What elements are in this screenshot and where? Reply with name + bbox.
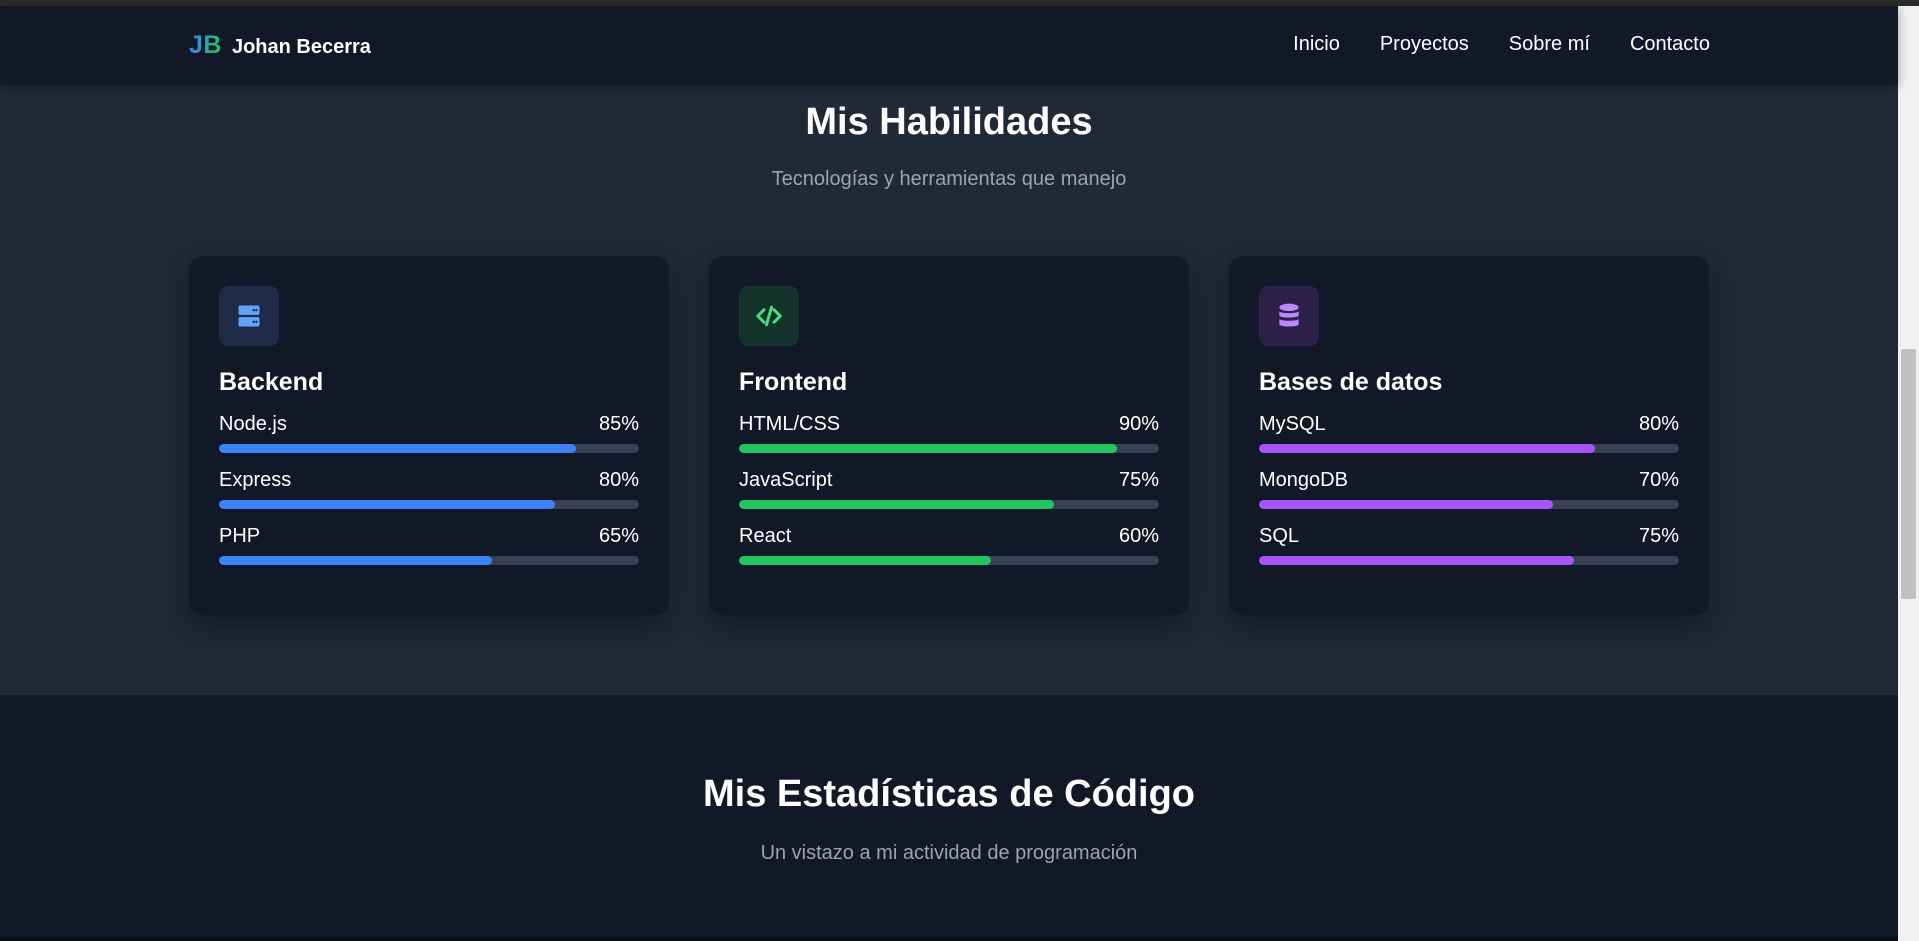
skill-percent: 80% xyxy=(1638,413,1679,435)
skill-percent: 70% xyxy=(1638,469,1679,491)
scrollbar-thumb[interactable] xyxy=(1901,349,1916,599)
skill-bar-track xyxy=(739,500,1159,509)
skill-percent: 80% xyxy=(598,469,639,491)
skill-name: JavaScript xyxy=(739,469,833,491)
skill-name: PHP xyxy=(219,525,261,547)
skill-item: PHP 65% xyxy=(219,525,639,565)
stats-title: Mis Estadísticas de Código xyxy=(703,773,1195,815)
skill-bar-track xyxy=(1259,556,1679,565)
skill-card-frontend: Frontend HTML/CSS 90% JavaScript 75% Rea… xyxy=(709,256,1189,615)
database-icon xyxy=(1279,303,1299,327)
nav-link-proyectos[interactable]: Proyectos xyxy=(1380,33,1469,56)
skill-bar-fill xyxy=(219,556,492,565)
skill-item: Node.js 85% xyxy=(219,413,639,453)
skill-name: HTML/CSS xyxy=(739,413,841,435)
skill-bar-track xyxy=(219,556,639,565)
skill-bar-fill xyxy=(739,556,991,565)
skill-percent: 75% xyxy=(1638,525,1679,547)
skill-item: MongoDB 70% xyxy=(1259,469,1679,509)
skill-bar-track xyxy=(739,556,1159,565)
skill-name: Express xyxy=(219,469,292,491)
skill-card-backend: Backend Node.js 85% Express 80% PHP 65% xyxy=(189,256,669,615)
code-icon xyxy=(756,305,782,327)
skill-item: MySQL 80% xyxy=(1259,413,1679,453)
card-title: Frontend xyxy=(739,368,848,396)
nav-link-contacto[interactable]: Contacto xyxy=(1630,33,1710,56)
skill-name: MySQL xyxy=(1259,413,1326,435)
nav-link-inicio[interactable]: Inicio xyxy=(1293,33,1340,56)
skill-bar-fill xyxy=(219,444,576,453)
skill-bar-fill xyxy=(1259,444,1595,453)
skill-percent: 65% xyxy=(598,525,639,547)
server-icon xyxy=(238,305,260,327)
card-icon-box xyxy=(1259,286,1319,346)
nav-link-sobre-mi[interactable]: Sobre mí xyxy=(1509,33,1590,56)
skill-item: Express 80% xyxy=(219,469,639,509)
navbar: JB Johan Becerra Inicio Proyectos Sobre … xyxy=(0,6,1898,85)
window-bottom-strip xyxy=(0,937,1898,941)
skill-item: JavaScript 75% xyxy=(739,469,1159,509)
card-title: Backend xyxy=(219,368,324,396)
skill-bar-fill xyxy=(1259,500,1553,509)
skills-title: Mis Habilidades xyxy=(805,101,1093,143)
skill-bar-fill xyxy=(1259,556,1574,565)
brand-name[interactable]: Johan Becerra xyxy=(232,36,371,59)
skill-bar-fill xyxy=(219,500,555,509)
nav-links: Inicio Proyectos Sobre mí Contacto xyxy=(1293,33,1710,56)
card-title: Bases de datos xyxy=(1259,368,1443,396)
skill-card-databases: Bases de datos MySQL 80% MongoDB 70% SQL… xyxy=(1229,256,1709,615)
brand[interactable]: JB Johan Becerra xyxy=(189,31,371,60)
skill-bar-track xyxy=(219,444,639,453)
skill-percent: 90% xyxy=(1118,413,1159,435)
skill-bar-track xyxy=(219,500,639,509)
skill-name: SQL xyxy=(1259,525,1300,547)
skill-percent: 75% xyxy=(1118,469,1159,491)
skills-section: Mis Habilidades Tecnologías y herramient… xyxy=(0,85,1898,695)
skill-name: Node.js xyxy=(219,413,287,435)
skill-bar-fill xyxy=(739,500,1054,509)
page-scrollbar[interactable] xyxy=(1898,6,1919,941)
skill-name: MongoDB xyxy=(1259,469,1348,491)
card-icon-box xyxy=(219,286,279,346)
skills-subtitle: Tecnologías y herramientas que manejo xyxy=(771,168,1127,190)
card-icon-box xyxy=(739,286,799,346)
skill-bar-fill xyxy=(739,444,1117,453)
skill-bar-track xyxy=(1259,500,1679,509)
stats-section: Mis Estadísticas de Código Un vistazo a … xyxy=(0,695,1898,941)
skill-item: HTML/CSS 90% xyxy=(739,413,1159,453)
skill-item: React 60% xyxy=(739,525,1159,565)
brand-logo[interactable]: JB xyxy=(189,31,222,60)
stats-subtitle: Un vistazo a mi actividad de programació… xyxy=(760,842,1138,864)
skill-name: React xyxy=(739,525,792,547)
skill-bar-track xyxy=(739,444,1159,453)
skill-percent: 60% xyxy=(1118,525,1159,547)
skill-item: SQL 75% xyxy=(1259,525,1679,565)
skill-bar-track xyxy=(1259,444,1679,453)
skills-cards: Backend Node.js 85% Express 80% PHP 65% … xyxy=(189,256,1709,615)
skill-percent: 85% xyxy=(598,413,639,435)
